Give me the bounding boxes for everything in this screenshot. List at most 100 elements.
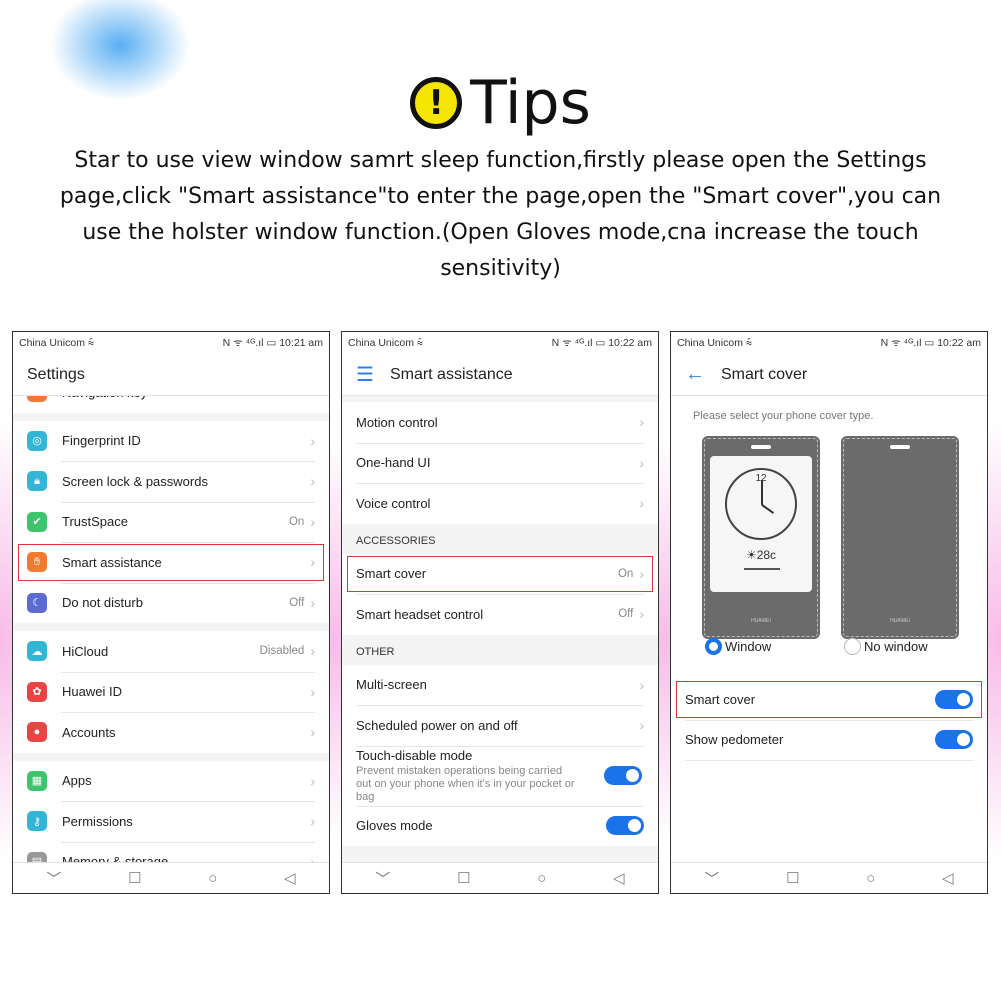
settings-group: ▦ Apps › ⚷ Permissions › ▤ Memory & storage › bbox=[13, 760, 329, 862]
radio-button[interactable] bbox=[705, 638, 722, 655]
back-button[interactable]: ◁ bbox=[613, 869, 625, 887]
list-item-hicloud[interactable]: ☁ HiCloud Disabled › bbox=[13, 631, 329, 672]
chevron-right-icon: › bbox=[310, 513, 315, 530]
no-window-cover[interactable]: HUAWEI bbox=[841, 436, 959, 639]
list-item-accounts[interactable]: ● Accounts › bbox=[13, 712, 329, 753]
chevron-right-icon: › bbox=[310, 772, 315, 789]
item-value: On bbox=[288, 515, 305, 528]
list-item-navigation-key[interactable]: ⌨ Navigation key› bbox=[13, 396, 329, 413]
shield-icon: ✔ bbox=[27, 511, 47, 532]
radio-label: No window bbox=[864, 639, 928, 654]
navigation-bar: ﹀ ☐ ○ ◁ bbox=[13, 862, 329, 893]
list-item-do-not-disturb[interactable]: ☾ Do not disturb Off › bbox=[13, 582, 329, 624]
clock-time: 10:22 am bbox=[937, 337, 981, 349]
recent-apps-button[interactable]: ☐ bbox=[457, 869, 470, 887]
status-icons: N ᯤ ⁴ᴳ.ıl ▭ bbox=[880, 337, 938, 349]
clock-icon: 12 bbox=[725, 468, 797, 540]
toggle-switch[interactable] bbox=[935, 730, 973, 750]
chevron-right-icon: › bbox=[310, 724, 315, 741]
app-header: ☰ Smart assistance bbox=[342, 354, 658, 396]
chevron-down-icon[interactable]: ﹀ bbox=[704, 868, 719, 889]
weather-temperature: ☀28c bbox=[745, 548, 777, 562]
list-item-smart-cover[interactable]: Smart cover On › bbox=[342, 554, 658, 595]
list-item-touch-disable-mode[interactable]: Touch-disable mode Prevent mistaken opera… bbox=[342, 745, 658, 806]
phone-settings: China Unicom ⩯ N ᯤ ⁴ᴳ.ıl ▭ 10:21 am Settin… bbox=[12, 331, 330, 894]
item-label: TrustSpace bbox=[62, 514, 128, 530]
status-icons: N ᯤ ⁴ᴳ.ıl ▭ bbox=[551, 337, 609, 349]
home-button[interactable]: ○ bbox=[208, 870, 217, 887]
carrier-label: China Unicom ⩯ bbox=[19, 336, 94, 349]
chevron-right-icon: › bbox=[310, 432, 315, 449]
item-label: Fingerprint ID bbox=[62, 433, 141, 449]
item-label: Permissions bbox=[62, 813, 133, 829]
status-right: N ᯤ ⁴ᴳ.ıl ▭ 10:21 am bbox=[223, 336, 323, 350]
clock-time: 10:21 am bbox=[279, 337, 323, 349]
chevron-right-icon: › bbox=[639, 495, 644, 512]
content-area[interactable]: Please select your phone cover type. 12 ☀2… bbox=[671, 396, 987, 862]
back-arrow-icon[interactable]: ← bbox=[685, 363, 705, 386]
toggle-switch[interactable] bbox=[604, 765, 642, 785]
settings-group: ☁ HiCloud Disabled › ✿ Huawei ID › ● Accounts › bbox=[13, 631, 329, 753]
carrier-label: China Unicom ⩯ bbox=[348, 336, 423, 349]
cover-brand: HUAWEI bbox=[751, 618, 771, 624]
storage-icon: ▤ bbox=[27, 851, 47, 862]
radio-no-window[interactable]: No window bbox=[844, 638, 928, 655]
cover-window: 12 ☀28c bbox=[710, 456, 812, 592]
item-label: Motion control bbox=[356, 414, 438, 430]
settings-group: Multi-screen › Scheduled power on and off ›… bbox=[342, 664, 658, 847]
chevron-right-icon: › bbox=[310, 853, 315, 862]
home-button[interactable]: ○ bbox=[537, 870, 546, 887]
list-item-apps[interactable]: ▦ Apps › bbox=[13, 761, 329, 802]
content-area[interactable]: ⌨Navigation key›◎Fingerprint ID›🔒︎Screen… bbox=[13, 396, 329, 862]
chevron-right-icon: › bbox=[639, 606, 644, 623]
navigation-bar: ﹀ ☐ ○ ◁ bbox=[342, 862, 658, 893]
item-label: Voice control bbox=[356, 495, 431, 511]
list-item-smart-cover[interactable]: Smart cover bbox=[671, 679, 987, 720]
chevron-right-icon: › bbox=[310, 683, 315, 700]
highlight-box bbox=[18, 544, 324, 581]
item-description: Prevent mistaken operations being carrie… bbox=[356, 764, 575, 803]
item-label: Smart headset control bbox=[356, 606, 484, 622]
list-item-gloves-mode[interactable]: Gloves mode bbox=[342, 805, 658, 847]
back-button[interactable]: ◁ bbox=[942, 869, 954, 887]
underline bbox=[744, 568, 780, 570]
menu-icon[interactable]: ☰ bbox=[356, 362, 374, 387]
list-item-multi-screen[interactable]: Multi-screen › bbox=[342, 665, 658, 706]
item-label: Show pedometer bbox=[685, 732, 784, 748]
list-item-one-hand-ui[interactable]: One-hand UI › bbox=[342, 442, 658, 484]
list-item-show-pedometer[interactable]: Show pedometer bbox=[671, 719, 987, 761]
recent-apps-button[interactable]: ☐ bbox=[128, 869, 141, 887]
list-item-motion-control[interactable]: Motion control › bbox=[342, 402, 658, 443]
radio-button[interactable] bbox=[844, 638, 861, 655]
list-item-memory-storage[interactable]: ▤ Memory & storage › bbox=[13, 841, 329, 862]
chevron-right-icon: › bbox=[310, 396, 315, 400]
recent-apps-button[interactable]: ☐ bbox=[786, 869, 799, 887]
list-item-screen-lock-passwords[interactable]: 🔒︎ Screen lock & passwords › bbox=[13, 461, 329, 502]
window-cover[interactable]: 12 ☀28c HUAWEI bbox=[702, 436, 820, 639]
back-button[interactable]: ◁ bbox=[284, 869, 296, 887]
content-area[interactable]: Motion control › One-hand UI › Voice control… bbox=[342, 396, 658, 862]
list-item-smart-headset-control[interactable]: Smart headset control Off › bbox=[342, 594, 658, 635]
chevron-down-icon[interactable]: ﹀ bbox=[46, 868, 61, 889]
list-item-scheduled-power-on-and-off[interactable]: Scheduled power on and off › bbox=[342, 705, 658, 746]
toggle-switch[interactable] bbox=[606, 816, 644, 836]
chevron-down-icon[interactable]: ﹀ bbox=[375, 868, 390, 889]
item-label: Huawei ID bbox=[62, 684, 122, 700]
status-icons: N ᯤ ⁴ᴳ.ıl ▭ bbox=[222, 337, 280, 349]
list-item-huawei-id[interactable]: ✿ Huawei ID › bbox=[13, 671, 329, 713]
cover-slot bbox=[751, 445, 771, 449]
radio-window[interactable]: Window bbox=[705, 638, 771, 655]
list-item-fingerprint-id[interactable]: ◎ Fingerprint ID › bbox=[13, 421, 329, 462]
cover-brand: HUAWEI bbox=[890, 618, 910, 624]
list-item-smart-assistance[interactable]: ✋︎ Smart assistance › bbox=[13, 542, 329, 583]
list-item-permissions[interactable]: ⚷ Permissions › bbox=[13, 801, 329, 842]
app-header: ← Smart cover bbox=[671, 354, 987, 396]
home-button[interactable]: ○ bbox=[866, 870, 875, 887]
section-header: OTHER bbox=[342, 634, 658, 665]
chevron-right-icon: › bbox=[639, 676, 644, 693]
lock-icon: 🔒︎ bbox=[27, 471, 47, 492]
settings-group: Smart cover Show pedometer bbox=[671, 679, 987, 760]
list-item-voice-control[interactable]: Voice control › bbox=[342, 483, 658, 524]
list-item-trustspace[interactable]: ✔ TrustSpace On › bbox=[13, 501, 329, 543]
item-label: Do not disturb bbox=[62, 595, 143, 611]
